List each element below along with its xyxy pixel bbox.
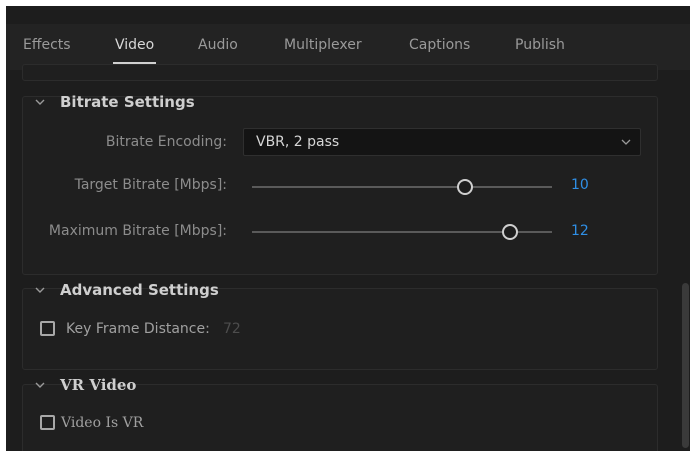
settings-scroll-area[interactable]: Bitrate Settings Bitrate Encoding: VBR, … [6,64,681,451]
vr-video-title: VR Video [60,376,137,394]
target-bitrate-value[interactable]: 10 [571,177,589,193]
keyframe-distance-value: 72 [223,321,241,337]
tab-publish[interactable]: Publish [515,37,565,53]
scrollbar-thumb[interactable] [682,283,689,448]
target-bitrate-label: Target Bitrate [Mbps]: [74,177,227,193]
tab-captions[interactable]: Captions [409,37,470,53]
keyframe-distance-label: Key Frame Distance: [66,321,210,337]
max-bitrate-slider-thumb[interactable] [502,224,518,240]
advanced-settings-title: Advanced Settings [60,281,219,299]
vr-video-header[interactable]: VR Video [34,376,136,394]
tab-video[interactable]: Video [115,37,154,53]
previous-section-panel [22,64,658,81]
tab-audio[interactable]: Audio [198,37,238,53]
target-bitrate-slider-track[interactable] [252,186,552,188]
advanced-settings-header[interactable]: Advanced Settings [34,281,219,299]
bitrate-settings-title: Bitrate Settings [60,93,195,111]
max-bitrate-label: Maximum Bitrate [Mbps]: [48,223,227,239]
bitrate-encoding-select[interactable]: VBR, 2 pass [243,128,641,156]
keyframe-distance-checkbox[interactable] [40,321,55,336]
vertical-scrollbar[interactable] [681,70,690,451]
max-bitrate-value[interactable]: 12 [571,223,589,239]
bitrate-encoding-value: VBR, 2 pass [256,134,340,150]
bitrate-settings-header[interactable]: Bitrate Settings [34,93,195,111]
chevron-down-icon [35,382,45,388]
chevron-down-icon [35,99,45,105]
video-is-vr-checkbox[interactable] [40,415,55,430]
bitrate-encoding-label: Bitrate Encoding: [105,134,227,150]
chevron-down-icon [621,139,631,145]
chevron-down-icon [35,287,45,293]
video-is-vr-label: Video Is VR [61,415,144,431]
tab-effects[interactable]: Effects [23,37,71,53]
target-bitrate-slider-thumb[interactable] [457,179,473,195]
export-settings-window: Effects Video Audio Multiplexer Captions… [6,6,690,451]
tab-multiplexer[interactable]: Multiplexer [284,37,362,53]
